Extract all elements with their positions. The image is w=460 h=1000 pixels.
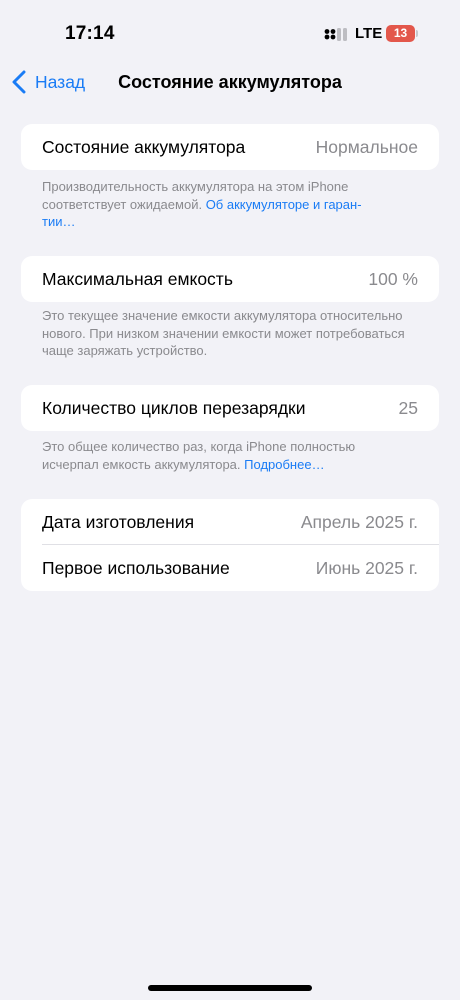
cycle-count-group: Количество циклов перезарядки 25 <box>21 385 439 431</box>
cycle-count-footnote: Это общее количество раз, когда iPhone п… <box>42 438 412 473</box>
network-type: LTE <box>355 25 383 42</box>
dates-group: Дата изготовления Апрель 2025 г. Первое … <box>21 499 439 591</box>
status-bar: 17:14 LTE 13 <box>0 0 460 64</box>
battery-health-row[interactable]: Состояние аккумулятора Нормальное <box>21 124 439 170</box>
max-capacity-row: Максимальная емкость 100 % <box>21 256 439 302</box>
battery-health-footnote: Производительность аккумулятора на этом … <box>42 178 412 231</box>
screen: 17:14 LTE 13 Назад Состояние аккумулятор… <box>0 0 460 1000</box>
first-use-label: Первое использование <box>42 557 230 578</box>
manufacture-date-row: Дата изготовления Апрель 2025 г. <box>21 499 439 545</box>
battery-health-group: Состояние аккумулятора Нормальное <box>21 124 439 170</box>
max-capacity-footnote: Это текущее значение емкости аккумулятор… <box>42 308 405 358</box>
manufacture-date-value: Апрель 2025 г. <box>300 511 418 532</box>
status-time: 17:14 <box>65 23 115 44</box>
cycle-count-label: Количество циклов перезарядки <box>42 397 306 418</box>
battery-health-label: Состояние аккумулятора <box>42 136 246 157</box>
navigation-bar: Назад Состояние аккумулятора <box>0 64 460 104</box>
battery-tip <box>416 30 418 37</box>
cellular-signal-icon <box>324 28 347 41</box>
first-use-row: Первое использование Июнь 2025 г. <box>21 545 439 591</box>
first-use-value: Июнь 2025 г. <box>315 557 418 578</box>
max-capacity-label: Максимальная емкость <box>42 268 233 289</box>
manufacture-date-label: Дата изготовления <box>42 511 195 532</box>
page-title: Состояние аккумулятора <box>118 72 342 92</box>
learn-more-link[interactable]: Подробнее… <box>244 457 324 472</box>
battery-health-value: Нормальное <box>315 136 418 157</box>
cycle-count-row: Количество циклов перезарядки 25 <box>21 385 439 431</box>
battery-level: 13 <box>386 25 415 42</box>
battery-icon: 13 <box>386 25 418 42</box>
cycle-count-value: 25 <box>398 397 418 418</box>
home-indicator[interactable] <box>148 985 312 991</box>
max-capacity-value: 100 % <box>368 268 418 289</box>
max-capacity-group: Максимальная емкость 100 % <box>21 256 439 302</box>
